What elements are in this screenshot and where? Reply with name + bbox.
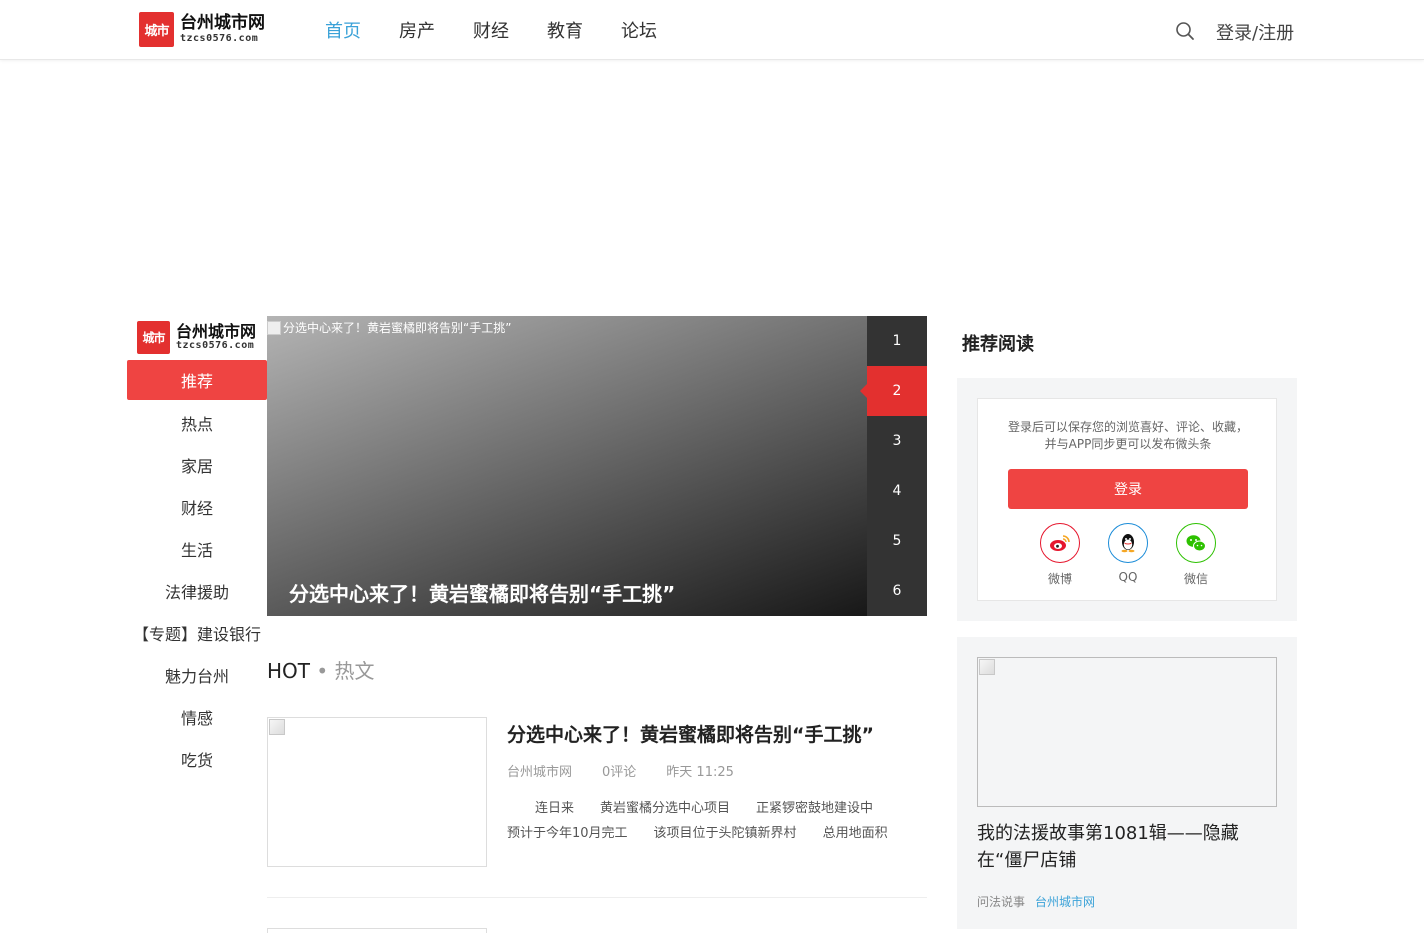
top-navigation-bar: 城市 台州城市网 tzcs0576.com 首页 房产 财经 教育 论坛 登录/… [0,0,1424,60]
carousel-page-1[interactable]: 1 [867,316,927,366]
recommended-card: 我的法援故事第1081辑——隐藏在“僵尸店铺 问法说事 台州城市网 [957,637,1297,929]
login-box: 登录后可以保存您的浏览喜好、评论、收藏， 并与APP同步更可以发布微头条 登录 … [977,398,1277,601]
carousel-title[interactable]: 分选中心来了！黄岩蜜橘即将告别“手工挑” [289,578,675,607]
sidebar-item-finance[interactable]: 财经 [127,486,267,528]
site-logo[interactable]: 城市 台州城市网 tzcs0576.com [139,12,265,47]
carousel-pager: 1 2 3 4 5 6 [860,316,927,616]
article-thumbnail[interactable] [267,717,487,867]
summary-phrase: 黄岩蜜橘分选中心项目 [600,801,731,816]
carousel-image-alt-text: 分选中心来了！黄岩蜜橘即将告别“手工挑” [283,321,512,335]
qq-login[interactable]: QQ [1094,523,1162,587]
recommended-card-category[interactable]: 问法说事 [977,893,1025,910]
weibo-label: 微博 [1047,572,1072,586]
sidebar-logo[interactable]: 城市 台州城市网 tzcs0576.com [137,321,256,354]
logo-badge: 城市 [139,12,174,47]
login-description-line-1: 登录后可以保存您的浏览喜好、评论、收藏， [1007,420,1248,434]
login-description: 登录后可以保存您的浏览喜好、评论、收藏， 并与APP同步更可以发布微头条 [978,419,1278,453]
summary-phrase: 正紧锣密鼓地建设中 [756,801,874,816]
nav-property[interactable]: 房产 [399,17,435,43]
carousel-page-5[interactable]: 5 [867,516,927,566]
login-register-link[interactable]: 登录/注册 [1216,19,1294,45]
wechat-icon[interactable] [1176,523,1216,563]
qq-label: QQ [1118,570,1138,584]
sidebar-logo-badge: 城市 [137,321,170,354]
nav-education[interactable]: 教育 [547,17,583,43]
wechat-login[interactable]: 微信 [1162,523,1230,587]
recommended-card-meta: 问法说事 台州城市网 [977,893,1095,910]
sidebar-item-life[interactable]: 生活 [127,528,267,570]
weibo-login[interactable]: 微博 [1026,523,1094,587]
login-panel: 登录后可以保存您的浏览喜好、评论、收藏， 并与APP同步更可以发布微头条 登录 … [957,378,1297,621]
sidebar-item-foodie[interactable]: 吃货 [127,738,267,780]
sidebar-item-home[interactable]: 家居 [127,444,267,486]
sidebar-item-recommend[interactable]: 推荐 [127,360,267,400]
sidebar-item-ccb-special[interactable]: 【专题】建设银行 [127,612,267,654]
carousel-page-3[interactable]: 3 [867,416,927,466]
article-meta: 台州城市网 0评论 昨天 11:25 [507,761,764,780]
article-time: 昨天 11:25 [666,765,734,780]
broken-image-icon [269,719,285,735]
summary-phrase: 预计于今年10月完工 [507,826,628,841]
summary-phrase: 连日来 [535,801,575,816]
sidebar-item-emotion[interactable]: 情感 [127,696,267,738]
carousel-page-6[interactable]: 6 [867,566,927,616]
sidebar-logo-name: 台州城市网 [176,321,257,341]
summary-phrase: 总用地面积 [822,826,888,841]
logo-domain: tzcs0576.com [180,32,259,44]
main-nav: 首页 房产 财经 教育 论坛 [325,0,695,60]
next-article-thumbnail[interactable] [267,928,487,933]
social-login-options: 微博 QQ 微信 [978,523,1278,587]
sidebar-item-legal-aid[interactable]: 法律援助 [127,570,267,612]
nav-forum[interactable]: 论坛 [621,17,657,43]
login-button[interactable]: 登录 [1008,469,1248,509]
article-source[interactable]: 台州城市网 [507,761,572,780]
nav-home[interactable]: 首页 [325,17,361,43]
broken-image-icon [267,320,281,335]
recommended-reading-title: 推荐阅读 [962,334,1034,355]
hot-heading-cn: 热文 [334,659,375,683]
article-comments[interactable]: 0评论 [602,761,636,780]
carousel-image-alt: 分选中心来了！黄岩蜜橘即将告别“手工挑” [267,319,511,336]
weibo-icon[interactable] [1040,523,1080,563]
hot-section-heading: HOT • 热文 [267,655,375,684]
hot-heading-en: HOT [267,659,310,683]
nav-finance[interactable]: 财经 [473,17,509,43]
recommended-card-source[interactable]: 台州城市网 [1035,893,1095,910]
category-sidebar: 推荐 热点 家居 财经 生活 法律援助 【专题】建设银行 魅力台州 情感 吃货 [127,360,267,780]
sidebar-logo-domain: tzcs0576.com [176,340,255,352]
recommended-card-title[interactable]: 我的法援故事第1081辑——隐藏在“僵尸店铺 [977,820,1277,874]
carousel-page-2[interactable]: 2 [860,366,927,416]
search-icon[interactable] [1175,21,1195,41]
hot-heading-dot: • [316,659,329,683]
sidebar-item-hot[interactable]: 热点 [127,402,267,444]
qq-icon[interactable] [1108,523,1148,563]
sidebar-item-charm-taizhou[interactable]: 魅力台州 [127,654,267,696]
recommended-card-image[interactable] [977,657,1277,807]
logo-name: 台州城市网 [180,13,265,34]
wechat-label: 微信 [1183,572,1208,586]
headline-carousel[interactable]: 分选中心来了！黄岩蜜橘即将告别“手工挑” 分选中心来了！黄岩蜜橘即将告别“手工挑… [267,316,927,616]
carousel-page-4[interactable]: 4 [867,466,927,516]
article-summary: 连日来 黄岩蜜橘分选中心项目 正紧锣密鼓地建设中 预计于今年10月完工 该项目位于头陀… [507,796,927,846]
broken-image-icon [979,659,995,675]
article-title[interactable]: 分选中心来了！黄岩蜜橘即将告别“手工挑” [507,720,874,747]
login-description-line-2: 并与APP同步更可以发布微头条 [1044,437,1212,451]
article-divider [267,897,927,898]
summary-phrase: 该项目位于头陀镇新界村 [653,826,797,841]
